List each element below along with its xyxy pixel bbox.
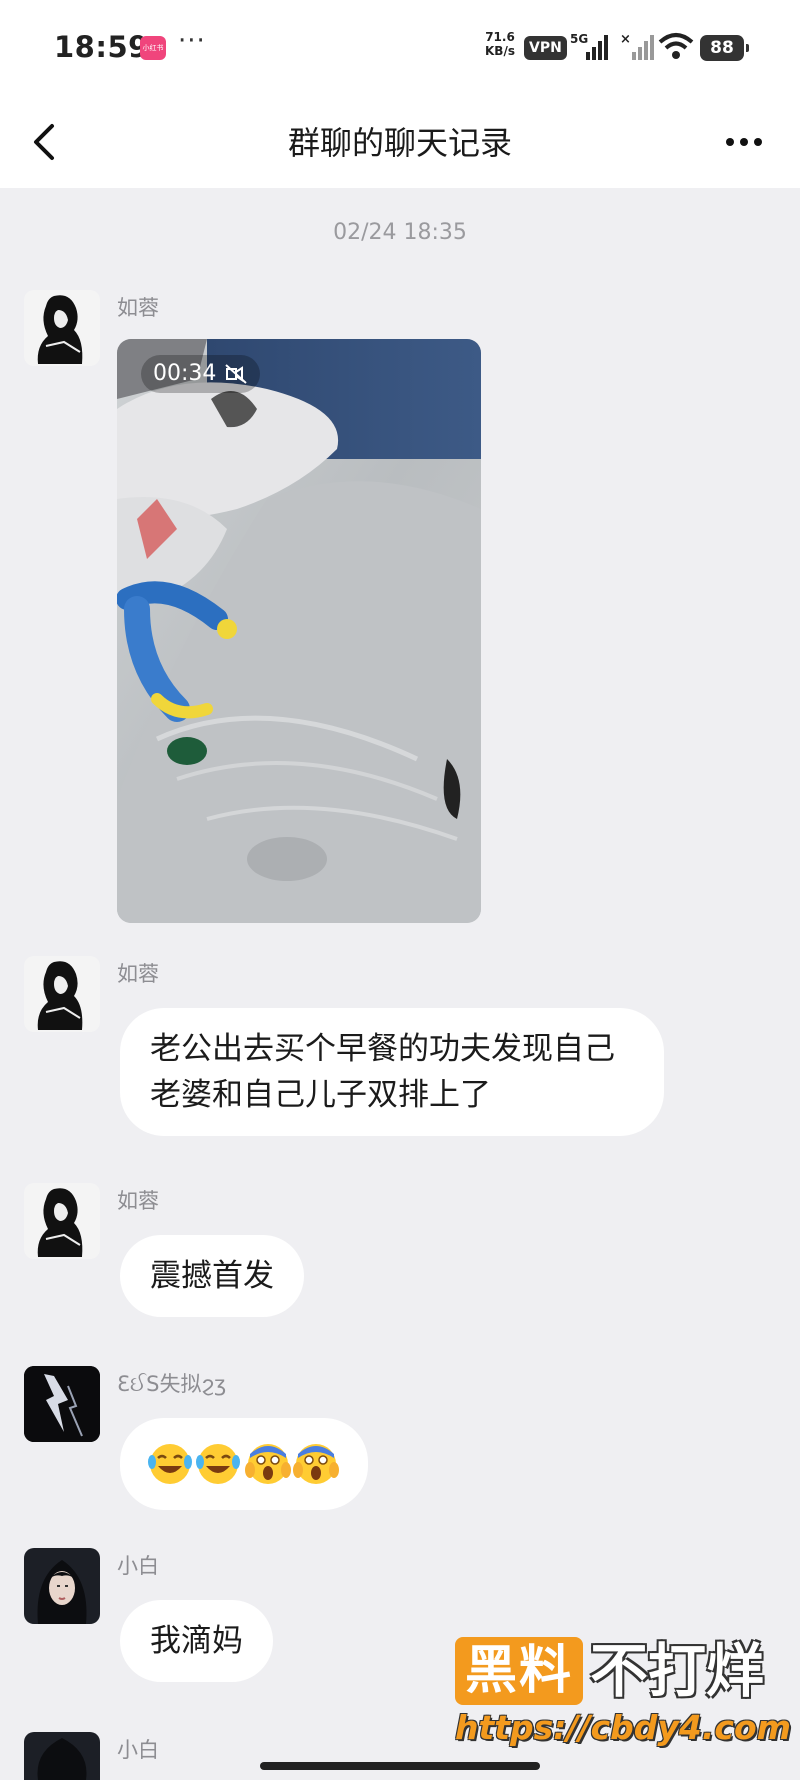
sender-name: 如蓉 [117, 296, 159, 320]
home-indicator[interactable] [260, 1762, 540, 1770]
sender-name: ƐઈЅ失拟ϩʒ [117, 1372, 227, 1396]
signal-5g-icon: 5G [570, 32, 608, 60]
message-bubble[interactable]: 我滴妈 [120, 1600, 273, 1682]
chat-timestamp: 02/24 18:35 [333, 220, 467, 245]
watermark-url: https://cbdy4.com [455, 1708, 792, 1747]
avatar[interactable] [24, 956, 100, 1032]
video-duration: 00:34 [141, 355, 261, 393]
sender-name: 如蓉 [117, 962, 159, 986]
nav-bar: 群聊的聊天记录 [0, 96, 800, 188]
avatar[interactable] [24, 290, 100, 366]
page-title: 群聊的聊天记录 [287, 124, 512, 162]
joy-tears-emoji [148, 1444, 192, 1484]
screaming-fear-emoji [293, 1444, 339, 1484]
video-message[interactable]: 00:34 [117, 339, 481, 923]
vpn-badge: VPN [524, 36, 567, 60]
wifi-icon [658, 33, 694, 59]
status-time: 18:59 [54, 30, 149, 64]
xiaohongshu-app-icon: 小红书 [140, 36, 166, 60]
avatar-image [24, 1548, 100, 1624]
status-bar: 18:59 小红书 ··· 71.6 KB/s VPN 5G × 88 [0, 0, 800, 96]
watermark-text: 不打烊 [590, 1637, 765, 1705]
avatar-image [24, 1366, 100, 1442]
avatar[interactable] [24, 1183, 100, 1259]
emoji-message-bubble[interactable] [120, 1418, 368, 1510]
sender-name: 小白 [117, 1738, 159, 1762]
avatar-image [24, 1183, 100, 1259]
network-speed: 71.6 KB/s [485, 30, 515, 58]
video-thumbnail [117, 339, 481, 923]
avatar-image [24, 1732, 100, 1780]
svg-text:×: × [620, 32, 631, 47]
screaming-fear-emoji [245, 1444, 291, 1484]
signal-no-service-icon: × [620, 32, 654, 60]
avatar[interactable] [24, 1732, 100, 1780]
emoji-row [148, 1444, 339, 1484]
message-bubble[interactable]: 老公出去买个早餐的功夫发现自己老婆和自己儿子双排上了 [120, 1008, 664, 1136]
notification-more-icon: ··· [178, 26, 206, 56]
more-dots-icon[interactable] [724, 132, 764, 152]
watermark-logo: 黑料 [455, 1637, 583, 1705]
sender-name: 如蓉 [117, 1189, 159, 1213]
battery-indicator: 88 [700, 35, 749, 61]
network-type-label: 5G [570, 32, 588, 46]
joy-tears-emoji [196, 1444, 240, 1484]
avatar-image [24, 956, 100, 1032]
sender-name: 小白 [117, 1554, 159, 1578]
avatar[interactable] [24, 1366, 100, 1442]
avatar[interactable] [24, 1548, 100, 1624]
muted-icon [225, 364, 248, 384]
message-bubble[interactable]: 震撼首发 [120, 1235, 304, 1317]
avatar-image [24, 290, 100, 366]
